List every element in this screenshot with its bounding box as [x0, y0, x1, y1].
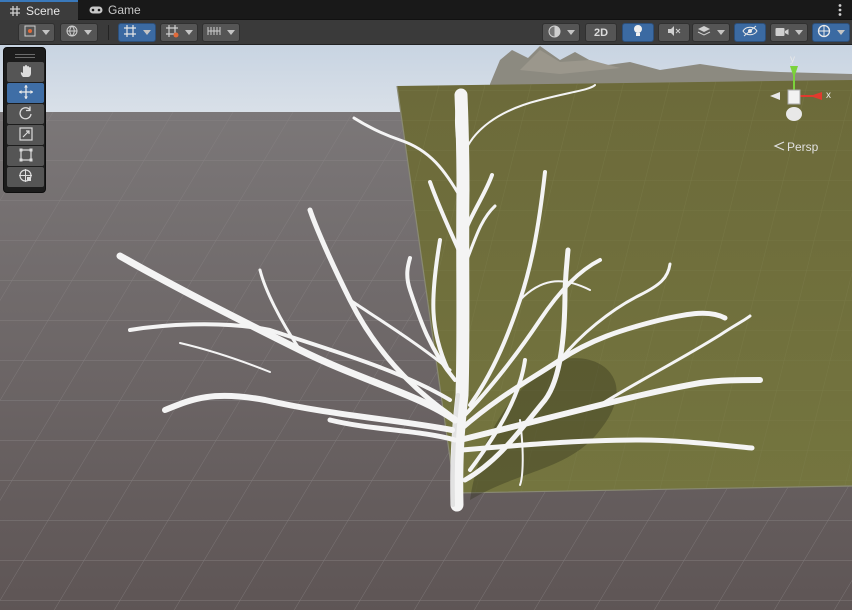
- lightbulb-icon: [632, 24, 644, 41]
- rect-transform-icon: [19, 148, 33, 165]
- scene-toolbar: 2D: [0, 20, 852, 45]
- toggle-2d-button[interactable]: 2D: [585, 23, 617, 42]
- orientation-gizmo[interactable]: y x: [758, 52, 844, 138]
- rotate-tool-button[interactable]: [7, 104, 44, 124]
- rotate-icon: [18, 105, 33, 123]
- grid-snap-dropdown[interactable]: [118, 23, 156, 42]
- effects-dropdown[interactable]: [692, 23, 730, 42]
- toggle-2d-label: 2D: [593, 26, 609, 39]
- audio-toggle-button[interactable]: [658, 23, 690, 42]
- snap-grid-icon: [165, 24, 179, 41]
- increment-snap-dropdown[interactable]: [160, 23, 198, 42]
- tab-scene[interactable]: Scene: [0, 0, 78, 20]
- tool-handle-dropdown[interactable]: [18, 23, 55, 42]
- tab-game[interactable]: Game: [80, 0, 146, 20]
- gamepad-icon: [89, 5, 103, 15]
- scale-tool-button[interactable]: [7, 125, 44, 145]
- transform-icon: [18, 168, 33, 186]
- camera-settings-dropdown[interactable]: [770, 23, 808, 42]
- hand-tool-button[interactable]: [7, 62, 44, 82]
- projection-label: Persp: [787, 140, 819, 154]
- palette-grip-handle[interactable]: [7, 50, 42, 62]
- ruler-snap-dropdown[interactable]: [202, 23, 240, 42]
- move-arrows-icon: [18, 84, 34, 103]
- tab-game-label: Game: [108, 3, 141, 17]
- grid-snap-icon: [123, 24, 137, 41]
- gizmos-dropdown[interactable]: [812, 23, 850, 42]
- draw-mode-dropdown[interactable]: [542, 23, 580, 42]
- tab-scene-label: Scene: [26, 4, 61, 18]
- shading-sphere-icon: [548, 25, 561, 41]
- transform-tool-button[interactable]: [7, 167, 44, 187]
- window-tab-bar: Scene Game: [0, 0, 852, 20]
- rect-tool-button[interactable]: [7, 146, 44, 166]
- move-tool-button[interactable]: [7, 83, 44, 103]
- lighting-toggle-button[interactable]: [622, 23, 654, 42]
- hand-icon: [19, 64, 33, 81]
- gizmo-x-label: x: [826, 90, 831, 101]
- eye-hidden-icon: [742, 25, 758, 40]
- gizmo-globe-icon: [817, 24, 831, 41]
- globe-icon: [66, 25, 78, 40]
- ruler-icon: [207, 25, 221, 40]
- more-options-icon[interactable]: [834, 3, 846, 17]
- gizmo-y-label: y: [790, 54, 795, 65]
- layers-icon: [697, 25, 711, 40]
- speaker-muted-icon: [667, 25, 681, 40]
- pivot-icon: [24, 25, 36, 40]
- projection-toggle[interactable]: Persp: [773, 140, 818, 154]
- tool-palette: [3, 47, 46, 193]
- scene-viewport[interactable]: [0, 45, 852, 610]
- grid-icon: [9, 5, 21, 17]
- scale-icon: [18, 126, 33, 144]
- global-local-dropdown[interactable]: [60, 23, 98, 42]
- camera-icon: [775, 26, 789, 40]
- scene-render: [0, 45, 852, 610]
- perspective-arrow-icon: [773, 140, 785, 154]
- scene-visibility-button[interactable]: [734, 23, 766, 42]
